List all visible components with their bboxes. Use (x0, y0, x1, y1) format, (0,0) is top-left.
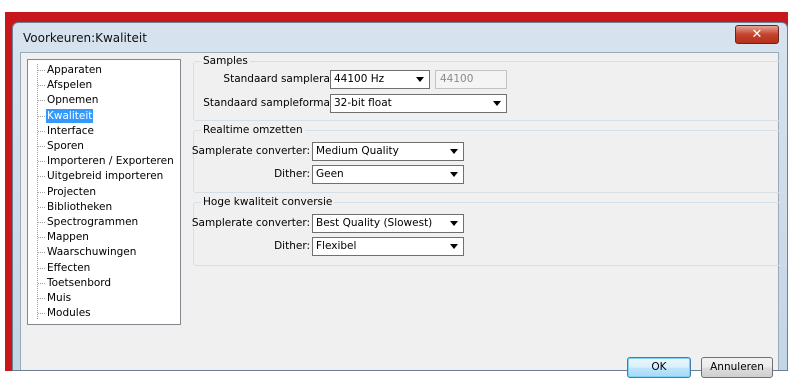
default-sampleformat-label: Standaard sampleformaat: (203, 97, 344, 109)
tree-connector-tick (38, 146, 45, 147)
chevron-down-icon (450, 172, 458, 177)
tree-item[interactable]: Waarschuwingen (46, 245, 137, 259)
hq-converter-value: Best Quality (Slowest) (316, 217, 433, 229)
cancel-button[interactable]: Annuleren (701, 357, 773, 378)
tree-item[interactable]: Afspelen (46, 78, 93, 92)
tree-item[interactable]: Uitgebreid importeren (46, 169, 164, 183)
dialog-client-area: Apparaten Afspelen Opnemen Kwaliteit Interfa… (20, 52, 787, 378)
category-tree[interactable]: Apparaten Afspelen Opnemen Kwaliteit Interfa… (27, 59, 181, 325)
title-bar[interactable]: Voorkeuren:Kwaliteit ✕ (13, 23, 787, 51)
tree-connector-tick (38, 191, 45, 193)
tree-connector-tick (38, 115, 45, 117)
tree-connector-tick (38, 267, 45, 269)
realtime-converter-value: Medium Quality (316, 145, 399, 157)
default-samplerate-select[interactable]: 44100 Hz (330, 70, 430, 89)
group-samples-title: Samples (201, 55, 250, 67)
tree-connector-tick (38, 70, 45, 71)
tree-connector-tick (38, 85, 45, 87)
default-sampleformat-select[interactable]: 32-bit float (330, 94, 507, 113)
group-realtime-title: Realtime omzetten (201, 124, 305, 136)
tree-connector-tick (38, 100, 45, 102)
tree-connector-tick (38, 206, 45, 208)
tree-connector-tick (38, 282, 45, 284)
tree-connector-tick (38, 176, 45, 178)
tree-item[interactable]: Importeren / Exporteren (46, 154, 175, 168)
samplerate-text-field[interactable]: 44100 (435, 70, 507, 89)
tree-connector-tick (38, 298, 45, 299)
group-highquality-title: Hoge kwaliteit conversie (201, 196, 335, 208)
group-realtime-conversion: Realtime omzetten Samplerate converter: … (191, 124, 787, 193)
tree-item[interactable]: Sporen (46, 139, 85, 153)
chevron-down-icon (450, 244, 458, 249)
ok-button[interactable]: OK (627, 357, 691, 378)
tree-connector-tick (38, 237, 45, 239)
window-title: Voorkeuren:Kwaliteit (23, 31, 147, 45)
realtime-dither-label: Dither: (274, 168, 310, 180)
chevron-down-icon (450, 221, 458, 226)
tree-item[interactable]: Toetsenbord (46, 276, 112, 290)
close-button[interactable]: ✕ (735, 25, 779, 44)
realtime-dither-select[interactable]: Geen (312, 165, 464, 184)
hq-dither-value: Flexibel (316, 240, 357, 252)
hq-dither-label: Dither: (274, 240, 310, 252)
tree-item[interactable]: Bibliotheken (46, 200, 113, 214)
hq-dither-select[interactable]: Flexibel (312, 237, 464, 256)
tree-item[interactable]: Apparaten (46, 63, 103, 77)
tree-item[interactable]: Effecten (46, 261, 91, 275)
realtime-converter-label: Samplerate converter: (191, 145, 310, 157)
tree-item[interactable]: Mappen (46, 230, 90, 244)
tree-item[interactable]: Interface (46, 124, 95, 138)
tree-item[interactable]: Modules (46, 306, 92, 320)
tree-item[interactable]: Projecten (46, 185, 97, 199)
tree-connector-tick (38, 130, 45, 132)
tree-item[interactable]: Spectrogrammen (46, 215, 139, 229)
chevron-down-icon (450, 149, 458, 154)
tree-item[interactable]: Kwaliteit (46, 108, 94, 123)
hq-converter-select[interactable]: Best Quality (Slowest) (312, 214, 464, 233)
default-samplerate-label: Standaard samplerate: (223, 73, 344, 85)
tree-connector-tick (38, 222, 45, 223)
default-sampleformat-value: 32-bit float (334, 97, 392, 109)
group-samples: Samples Standaard samplerate: 44100 Hz 4… (193, 55, 787, 121)
hq-converter-label: Samplerate converter: (191, 217, 310, 229)
tree-connector-tick (38, 313, 45, 315)
tree-item[interactable]: Opnemen (46, 93, 99, 107)
default-samplerate-value: 44100 Hz (334, 73, 385, 85)
tree-connector-tick (38, 252, 45, 254)
chevron-down-icon (416, 77, 424, 82)
realtime-converter-select[interactable]: Medium Quality (312, 142, 464, 161)
preferences-dialog: Voorkeuren:Kwaliteit ✕ Apparaten Afspelen… (12, 22, 788, 378)
tree-connector-tick (38, 161, 45, 163)
chevron-down-icon (493, 101, 501, 106)
tree-item[interactable]: Muis (46, 291, 72, 305)
realtime-dither-value: Geen (316, 168, 344, 180)
group-high-quality-conversion: Hoge kwaliteit conversie Samplerate conv… (191, 196, 787, 266)
